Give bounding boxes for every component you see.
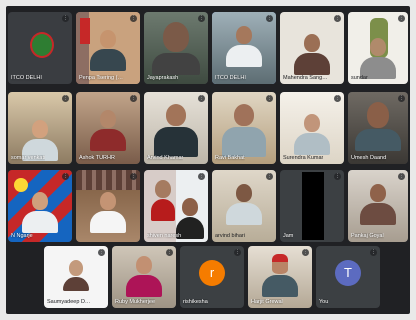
- participant-tile[interactable]: ⋮ Pankaj Goyal: [348, 170, 408, 242]
- participant-name: somar venkati: [11, 155, 46, 161]
- participant-name: arvind bihari: [215, 233, 245, 239]
- participant-tile[interactable]: ⋮ Mahendra Sanghav: [280, 12, 344, 84]
- avatar: r: [199, 260, 225, 287]
- mic-muted-icon: ⋮: [370, 249, 377, 256]
- mic-muted-icon: ⋮: [398, 173, 405, 180]
- mic-muted-icon: ⋮: [62, 95, 69, 102]
- mic-muted-icon: ⋮: [234, 249, 241, 256]
- mic-muted-icon: ⋮: [98, 249, 105, 256]
- participant-tile[interactable]: ⋮ Umesh Daand: [348, 92, 408, 164]
- participant-name: Ashok TURHR: [79, 155, 115, 161]
- mic-muted-icon: ⋮: [266, 95, 273, 102]
- participant-name: shiven naresh: [147, 233, 182, 239]
- mic-muted-icon: ⋮: [398, 95, 405, 102]
- participant-tile[interactable]: ⋮ sundar: [348, 12, 408, 84]
- participant-name: N Ngarje: [11, 233, 33, 239]
- participant-name: Arvind Khamar: [147, 155, 184, 161]
- participant-tile[interactable]: ⋮ Arvind Khamar: [144, 92, 208, 164]
- mic-muted-icon: ⋮: [398, 15, 405, 22]
- participant-tile[interactable]: ⋮ Saumyadeep Datta: [44, 246, 108, 308]
- participant-name: Surendra Kumar: [283, 155, 324, 161]
- mic-muted-icon: ⋮: [198, 173, 205, 180]
- participant-name: Jam: [283, 233, 294, 239]
- participant-tile[interactable]: ⋮ Harjit Grewal: [248, 246, 312, 308]
- participant-name: Umesh Daand: [351, 155, 387, 161]
- participant-tile[interactable]: ⋮ Jam: [280, 170, 344, 242]
- participant-name: ITCO DELHI: [215, 75, 246, 81]
- mic-muted-icon: ⋮: [130, 173, 137, 180]
- mic-muted-icon: ⋮: [266, 15, 273, 22]
- participant-tile[interactable]: ⋮ Ruby Mukherjee: [112, 246, 176, 308]
- participant-tile[interactable]: T ⋮ You: [316, 246, 380, 308]
- participant-tile[interactable]: r ⋮ rishikesha: [180, 246, 244, 308]
- avatar: T: [335, 260, 361, 287]
- participant-name: rishikesha: [183, 299, 208, 305]
- mic-muted-icon: ⋮: [130, 15, 137, 22]
- participant-tile[interactable]: ⋮ Penpa Tsering (Sikyong, C...: [76, 12, 140, 84]
- participant-tile[interactable]: ⋮ Ashok TURHR: [76, 92, 140, 164]
- participant-name: Pankaj Goyal: [351, 233, 384, 239]
- mic-muted-icon: ⋮: [62, 15, 69, 22]
- participant-name: Ruby Mukherjee: [115, 299, 156, 305]
- mic-muted-icon: ⋮: [334, 173, 341, 180]
- mic-muted-icon: ⋮: [166, 249, 173, 256]
- mic-muted-icon: ⋮: [62, 173, 69, 180]
- participant-name: Penpa Tsering (Sikyong, C...: [79, 75, 126, 81]
- participant-tile[interactable]: ⋮ somar venkati: [8, 92, 72, 164]
- mic-muted-icon: ⋮: [198, 15, 205, 22]
- participant-tile[interactable]: ⋮ Jayaprakash: [144, 12, 208, 84]
- participant-tile[interactable]: ⋮ shiven naresh: [144, 170, 208, 242]
- itco-logo-icon: [30, 32, 54, 58]
- meeting-grid: ⋮ ITCO DELHI ⋮ Penpa Tsering (Sikyong, C…: [6, 6, 410, 314]
- participant-name: Harjit Grewal: [251, 299, 283, 305]
- participant-name: Ravi Bakhat: [215, 155, 245, 161]
- participant-tile[interactable]: ⋮: [76, 170, 140, 242]
- participant-name: Mahendra Sanghav: [283, 75, 330, 81]
- mic-muted-icon: ⋮: [302, 249, 309, 256]
- participant-name: ITCO DELHI: [11, 75, 42, 81]
- participant-tile[interactable]: ⋮ N Ngarje: [8, 170, 72, 242]
- mic-muted-icon: ⋮: [130, 95, 137, 102]
- participant-name: sundar: [351, 75, 368, 81]
- participant-tile[interactable]: ⋮ arvind bihari: [212, 170, 276, 242]
- participant-tile[interactable]: ⋮ Ravi Bakhat: [212, 92, 276, 164]
- participant-tile[interactable]: ⋮ Surendra Kumar: [280, 92, 344, 164]
- mic-muted-icon: ⋮: [198, 95, 205, 102]
- participant-tile[interactable]: ⋮ ITCO DELHI: [212, 12, 276, 84]
- mic-muted-icon: ⋮: [334, 15, 341, 22]
- mic-muted-icon: ⋮: [266, 173, 273, 180]
- participant-name: Saumyadeep Datta: [47, 299, 94, 305]
- mic-muted-icon: ⋮: [334, 95, 341, 102]
- participant-name: You: [319, 299, 329, 305]
- participant-name: Jayaprakash: [147, 75, 179, 81]
- participant-tile[interactable]: ⋮ ITCO DELHI: [8, 12, 72, 84]
